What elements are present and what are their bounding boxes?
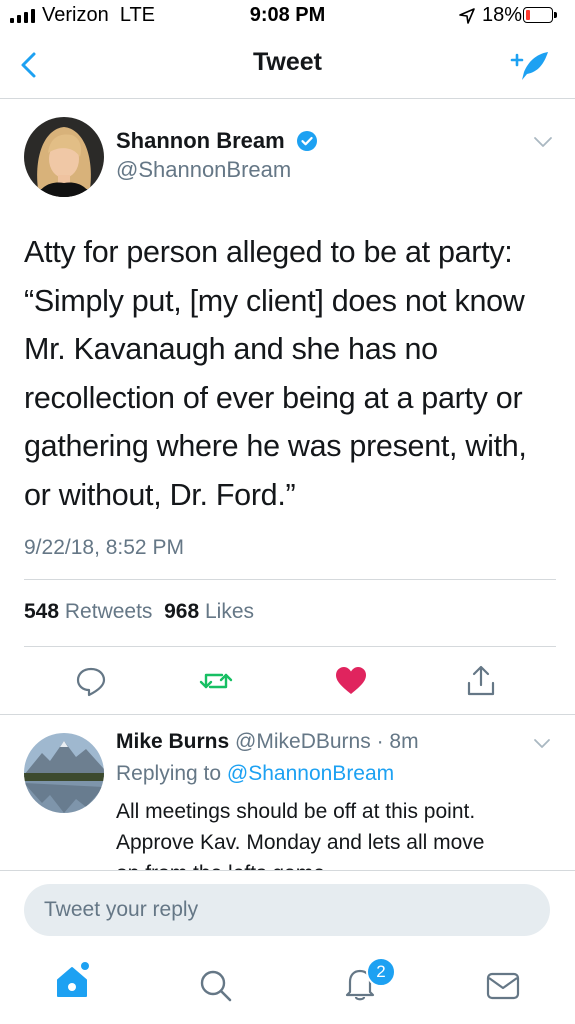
likes-stat[interactable]: 968 Likes	[164, 600, 254, 623]
tweet-timestamp: 9/22/18, 8:52 PM	[24, 536, 184, 559]
nav-divider	[0, 98, 575, 99]
page-title: Tweet	[253, 48, 322, 76]
verified-badge-icon	[297, 131, 317, 151]
battery-percent: 18%	[482, 4, 523, 26]
notifications-badge: 2	[366, 957, 396, 987]
reply-text-line: Approve Kav. Monday and lets all move	[116, 831, 485, 854]
tweet-text-line: or without, Dr. Ford.”	[24, 477, 296, 512]
tweet-text: Atty for person alleged to be at party: …	[24, 228, 559, 519]
status-bar: Verizon LTE 9:08 PM 18%	[0, 0, 575, 34]
reply-chevron-down-icon[interactable]	[532, 738, 552, 750]
tweet-text-line: recollection of ever being at a party or	[24, 380, 523, 415]
tweet-text-line: Atty for person alleged to be at party:	[24, 235, 513, 269]
stats-divider-top	[24, 579, 556, 580]
tweet-divider	[0, 714, 575, 715]
author-name[interactable]: Shannon Bream	[116, 128, 285, 154]
author-avatar[interactable]	[24, 117, 104, 197]
replying-to-handle[interactable]: @ShannonBream	[227, 762, 394, 785]
tweet-text-line: gathering where he was present, with,	[24, 429, 527, 463]
retweet-icon[interactable]	[198, 663, 234, 699]
like-icon[interactable]	[333, 663, 369, 699]
reply-author-handle[interactable]: @MikeDBurns	[235, 730, 371, 753]
reply-text-line: on from the lefts game	[116, 858, 556, 870]
retweets-label: Retweets	[64, 600, 153, 623]
reply-time: 8m	[389, 730, 419, 753]
share-icon[interactable]	[463, 663, 499, 699]
location-arrow-icon	[459, 8, 475, 24]
retweets-count: 548	[24, 600, 60, 623]
likes-count: 968	[164, 600, 200, 623]
reply-input-placeholder: Tweet your reply	[44, 898, 199, 921]
retweets-stat[interactable]: 548 Retweets	[24, 600, 152, 623]
messages-icon[interactable]	[483, 966, 523, 1006]
reply-text: All meetings should be off at this point…	[116, 796, 556, 870]
likes-label: Likes	[205, 600, 255, 623]
reply-author-name[interactable]: Mike Burns	[116, 730, 229, 753]
composer-divider	[0, 870, 575, 871]
chevron-down-icon[interactable]	[532, 135, 554, 149]
reply-icon[interactable]	[73, 663, 109, 699]
tweet-stats: 548 Retweets 968 Likes	[24, 600, 254, 624]
replying-to: Replying to @ShannonBream	[116, 762, 394, 786]
stats-divider-bottom	[24, 646, 556, 647]
search-icon[interactable]	[196, 966, 236, 1006]
tweet-text-line: “Simply put, [my client] does not know	[24, 283, 525, 318]
home-icon[interactable]	[52, 962, 92, 1002]
tweet-text-line: Mr. Kavanaugh and she has no	[24, 332, 438, 366]
reply-author-avatar[interactable]	[24, 733, 104, 813]
replying-prefix: Replying to	[116, 762, 227, 785]
author-handle[interactable]: @ShannonBream	[116, 157, 291, 183]
reply-separator: ·	[370, 730, 390, 753]
battery-tip	[554, 12, 557, 18]
reply-header: Mike Burns @MikeDBurns · 8m	[116, 730, 419, 754]
compose-tweet-icon[interactable]	[508, 48, 554, 84]
battery-icon	[523, 7, 553, 23]
reply-text-line: All meetings should be off at this point…	[116, 800, 476, 823]
